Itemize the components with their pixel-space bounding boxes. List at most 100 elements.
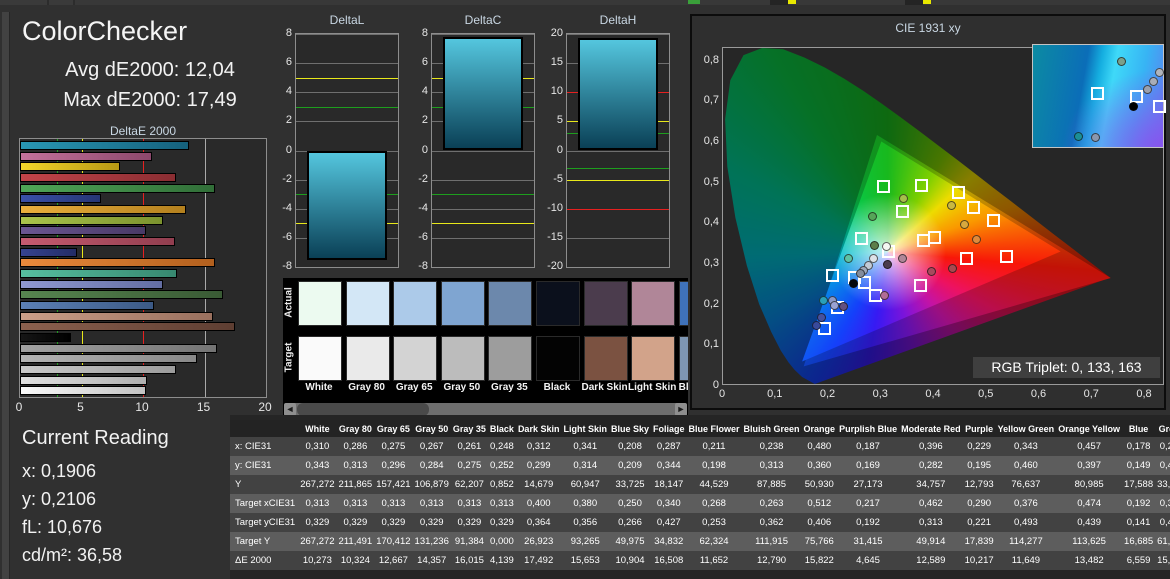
deltah-tick-label: 0 xyxy=(539,144,563,156)
de-bar-gray-50 xyxy=(20,354,197,363)
inset-measured-point xyxy=(1117,57,1126,66)
de2000-chart-title: DeltaE 2000 xyxy=(19,124,267,138)
actual-swatch-gray-65 xyxy=(393,281,437,326)
table-cell: 131,236 xyxy=(413,532,451,551)
target-swatch-gray-65 xyxy=(393,336,437,381)
deltal-tick-label: 4 xyxy=(268,85,292,97)
table-row: y: CIE310,3430,3130,2960,2840,2750,2520,… xyxy=(230,456,1170,475)
table-cell: 0,299 xyxy=(516,456,562,475)
table-cell: 62,324 xyxy=(687,532,742,551)
cie-x-tick-label: 0,8 xyxy=(1129,388,1159,400)
deltac-tick-label: 2 xyxy=(404,114,428,126)
rgb-triplet-readout: RGB Triplet: 0, 133, 163 xyxy=(973,357,1160,378)
cie-target-square-light-skin xyxy=(917,234,930,247)
table-row: Target Y267,272211,491170,412131,23691,3… xyxy=(230,532,1170,551)
actual-swatch-black xyxy=(536,281,580,326)
table-cell: 0,313 xyxy=(337,456,375,475)
deltac-tick-label: 8 xyxy=(404,27,428,39)
deltal-tick-label: -8 xyxy=(268,260,292,272)
gridline xyxy=(296,34,398,35)
table-cell: 211,865 xyxy=(337,475,375,494)
table-cell: 0,329 xyxy=(413,513,451,532)
table-cell: 0,267 xyxy=(413,437,451,456)
actual-swatch-blue-sky xyxy=(679,281,688,326)
limit-line xyxy=(567,180,669,181)
table-cell: 0,253 xyxy=(687,513,742,532)
table-cell: 61,401 xyxy=(1155,532,1170,551)
deltac-tick-label: -8 xyxy=(404,260,428,272)
current-reading-y: y: 0,2106 xyxy=(22,489,96,510)
table-cell: 12,667 xyxy=(374,551,412,570)
table-row: Y267,272211,865157,421106,87962,2070,852… xyxy=(230,475,1170,494)
limit-line xyxy=(296,78,398,79)
table-cell: 76,637 xyxy=(996,475,1057,494)
table-cell: 0,396 xyxy=(899,437,963,456)
table-cell: 0,217 xyxy=(837,494,899,513)
table-cell: 0,364 xyxy=(516,513,562,532)
table-cell: 0,313 xyxy=(298,494,336,513)
table-cell: 0,329 xyxy=(488,513,516,532)
target-swatch-light-skin xyxy=(631,336,675,381)
deltal-bar xyxy=(307,151,387,260)
cie-measured-point-moderate-red xyxy=(927,267,936,276)
de-bar-blue-flower xyxy=(20,280,163,289)
table-col-header: Blue Sky xyxy=(609,420,651,437)
cie-target-square-moderate-red xyxy=(960,252,973,265)
gridline xyxy=(296,121,398,122)
inset-measured-point xyxy=(1149,77,1158,86)
table-cell: 0,275 xyxy=(374,437,412,456)
table-cell: 0,187 xyxy=(837,437,899,456)
table-cell: 0,284 xyxy=(413,456,451,475)
inset-target-square xyxy=(1130,90,1143,103)
table-cell: 0,313 xyxy=(413,494,451,513)
gridline xyxy=(432,151,534,152)
table-col-header: Blue Flower xyxy=(687,420,742,437)
de-bar-purplish-blue xyxy=(20,248,77,257)
deltah-tick-label: 15 xyxy=(539,56,563,68)
cie-target-square-magenta xyxy=(914,279,927,292)
deltal-bar-gauge xyxy=(295,33,399,268)
cie-target-square-cyan xyxy=(826,269,839,282)
tab-segment xyxy=(0,0,47,5)
deltah-bar-gauge xyxy=(566,33,670,268)
target-swatch-blue-sky xyxy=(679,336,688,381)
current-reading-title: Current Reading xyxy=(22,427,169,450)
table-cell: 0,313 xyxy=(374,494,412,513)
table-row-header: y: CIE31 xyxy=(230,456,298,475)
cie-target-square-bluish-green xyxy=(855,232,868,245)
de-bar-white xyxy=(20,386,146,395)
table-col-header: Orange xyxy=(802,420,838,437)
cie-y-tick-label: 0,4 xyxy=(697,216,719,228)
de2000-bar-chart xyxy=(19,138,267,398)
tab-marker-yellow xyxy=(788,0,796,4)
table-cell: 170,412 xyxy=(374,532,412,551)
inset-measured-point xyxy=(1074,132,1083,141)
de-bar-yellow-green xyxy=(20,216,163,225)
deltah-tick-label: -10 xyxy=(539,202,563,214)
table-cell: 10,904 xyxy=(609,551,651,570)
table-cell: 0,313 xyxy=(337,494,375,513)
table-cell: 106,879 xyxy=(413,475,451,494)
cie-measured-point-white xyxy=(882,242,891,251)
actual-swatch-light-skin xyxy=(631,281,675,326)
deltah-tick-label: 5 xyxy=(539,114,563,126)
table-cell: 0,169 xyxy=(837,456,899,475)
de-bar-gray-80 xyxy=(20,376,147,385)
table-cell: 0,178 xyxy=(1122,437,1155,456)
table-col-header: Gray 65 xyxy=(374,420,412,437)
table-cell: 75,766 xyxy=(802,532,838,551)
deltac-tick-label: -2 xyxy=(404,173,428,185)
cie-y-tick-label: 0,8 xyxy=(697,54,719,66)
table-cell: 93,265 xyxy=(561,532,609,551)
table-cell: 113,625 xyxy=(1056,532,1122,551)
de-bar-orange xyxy=(20,258,215,267)
table-cell: 0,313 xyxy=(488,494,516,513)
table-cell: 44,529 xyxy=(687,475,742,494)
table-cell: 80,985 xyxy=(1056,475,1122,494)
table-cell: 17,839 xyxy=(963,532,996,551)
deltah-chart-title: DeltaH xyxy=(566,13,670,27)
table-cell: 0,489 xyxy=(1155,513,1170,532)
target-swatch-dark-skin xyxy=(584,336,628,381)
cie-target-square-orange-yellow xyxy=(967,201,980,214)
inset-measured-point xyxy=(1129,102,1138,111)
